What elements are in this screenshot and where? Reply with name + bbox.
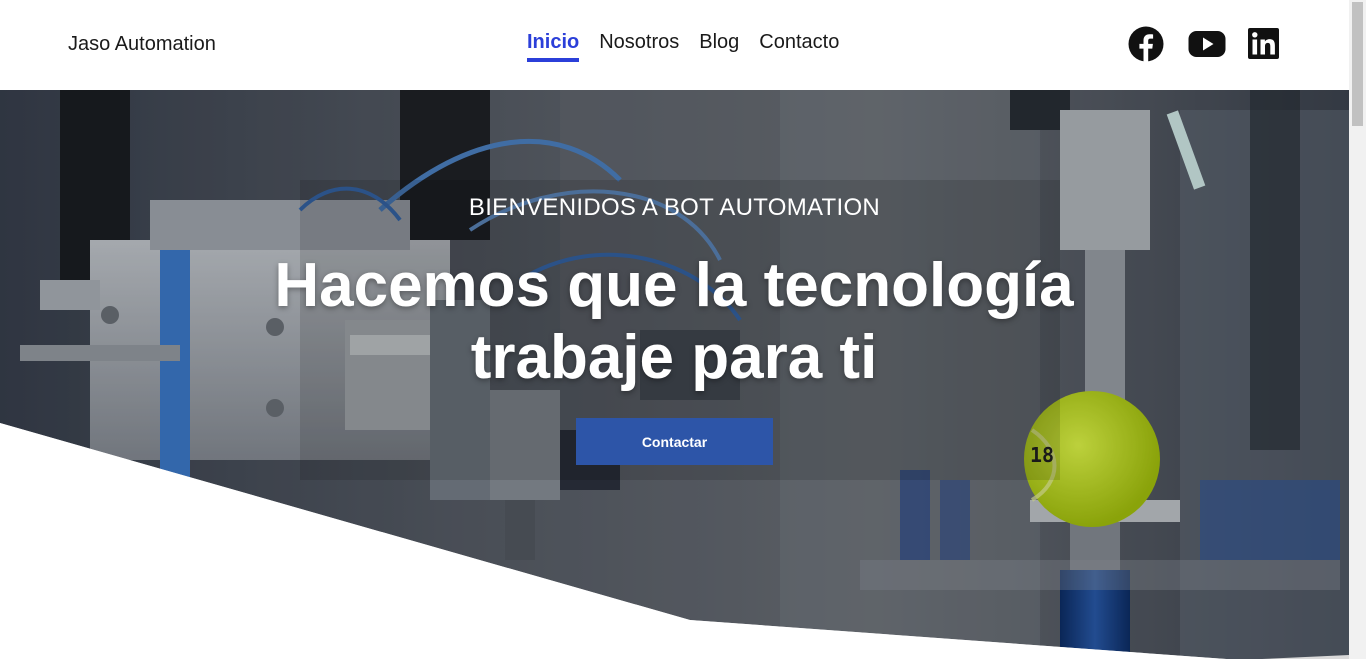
brand-logo-text[interactable]: Jaso Automation <box>68 33 216 56</box>
youtube-icon[interactable] <box>1188 26 1226 62</box>
contact-button[interactable]: Contactar <box>576 418 773 465</box>
nav-item-inicio[interactable]: Inicio <box>527 31 580 62</box>
ball-label: 18 <box>1030 443 1055 467</box>
scrollbar-thumb[interactable] <box>1352 2 1363 126</box>
hero-kicker: BIENVENIDOS A BOT AUTOMATION <box>468 194 881 221</box>
site-header: Jaso Automation Inicio Nosotros Blog Con… <box>0 0 1349 90</box>
hero-title: Hacemos que la tecnología trabaje para t… <box>274 251 1074 392</box>
linkedin-icon[interactable] <box>1248 26 1284 62</box>
main-nav: Inicio Nosotros Blog Contacto <box>527 31 839 62</box>
page-scrollbar[interactable] <box>1349 0 1366 659</box>
nav-item-nosotros[interactable]: Nosotros <box>599 31 679 62</box>
nav-item-blog[interactable]: Blog <box>699 31 739 62</box>
nav-item-contacto[interactable]: Contacto <box>759 31 839 62</box>
facebook-icon[interactable] <box>1128 26 1164 62</box>
hero-section: BIENVENIDOS A BOT AUTOMATION Hacemos que… <box>0 90 1349 659</box>
social-links <box>1128 26 1284 62</box>
page: Jaso Automation Inicio Nosotros Blog Con… <box>0 0 1366 659</box>
